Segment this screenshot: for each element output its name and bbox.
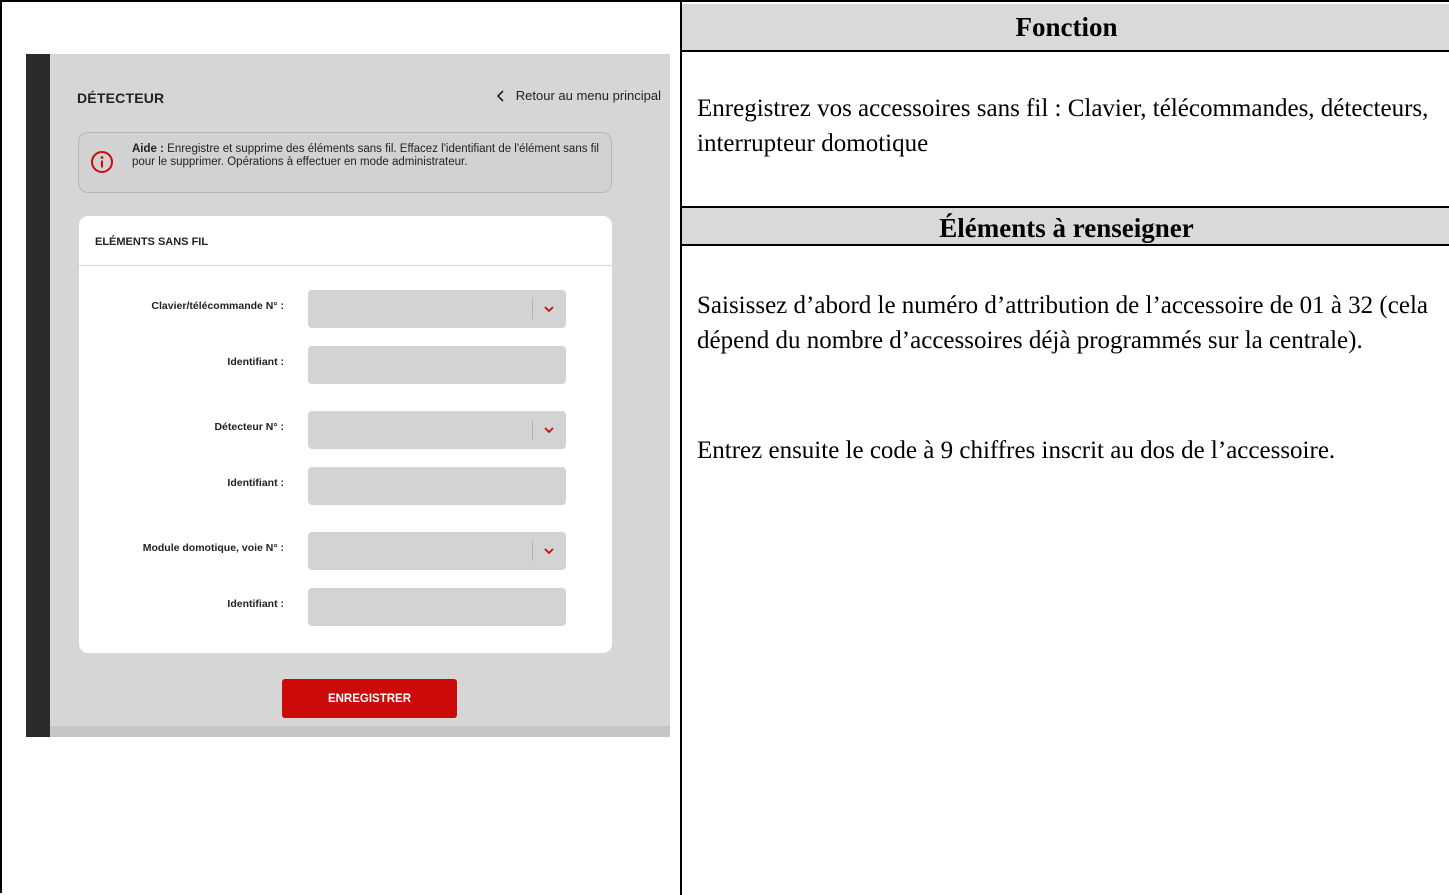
wireless-elements-card: ELÉMENTS SANS FIL Clavier/télécommande N… [79,216,612,653]
chevron-down-icon [544,306,554,313]
description-column: Fonction Enregistrez vos accessoires san… [682,4,1449,895]
help-body: Enregistre et supprime des éléments sans… [132,143,599,168]
fonction-text: Enregistrez vos accessoires sans fil : C… [697,95,1429,157]
save-button[interactable]: ENREGISTRER [282,679,457,718]
help-box: Aide : Enregistre et supprime des élémen… [78,132,612,193]
document-table: DÉTECTEUR Retour au menu principal Aide … [0,0,1449,895]
detector-number-label: Détecteur N° : [214,421,284,433]
detector-identifier-label: Identifiant : [227,477,284,489]
elements-text-1: Saisissez d’abord le numéro d’attributio… [697,292,1428,354]
help-text: Aide : Enregistre et supprime des élémen… [132,143,602,169]
chevron-down-icon [544,548,554,555]
keypad-number-label: Clavier/télécommande N° : [151,300,284,312]
screen-title: DÉTECTEUR [77,90,165,106]
back-link-label: Retour au menu principal [515,88,661,103]
embedded-screenshot: DÉTECTEUR Retour au menu principal Aide … [26,54,670,737]
elements-text-2: Entrez ensuite le code à 9 chiffres insc… [697,437,1336,464]
select-separator [532,420,533,440]
help-label: Aide : [132,143,164,155]
fonction-header: Fonction [682,4,1449,52]
chevron-down-icon [544,427,554,434]
card-divider [79,265,612,266]
elements-header: Éléments à renseigner [682,206,1449,246]
module-identifier-label: Identifiant : [227,598,284,610]
select-separator [532,299,533,319]
keypad-identifier-input[interactable] [308,346,566,384]
screen-bottom-strip [50,726,670,737]
detector-number-select[interactable] [308,411,566,449]
back-to-main-menu-link[interactable]: Retour au menu principal [494,88,661,103]
detector-identifier-input[interactable] [308,467,566,505]
module-channel-label: Module domotique, voie N° : [142,542,284,554]
info-circle-icon [91,151,113,173]
module-channel-select[interactable] [308,532,566,570]
chevron-left-icon [496,89,504,102]
module-identifier-input[interactable] [308,588,566,626]
keypad-identifier-label: Identifiant : [227,356,284,368]
detector-screen: DÉTECTEUR Retour au menu principal Aide … [50,54,670,737]
select-separator [532,541,533,561]
card-title: ELÉMENTS SANS FIL [95,236,209,248]
keypad-number-select[interactable] [308,290,566,328]
